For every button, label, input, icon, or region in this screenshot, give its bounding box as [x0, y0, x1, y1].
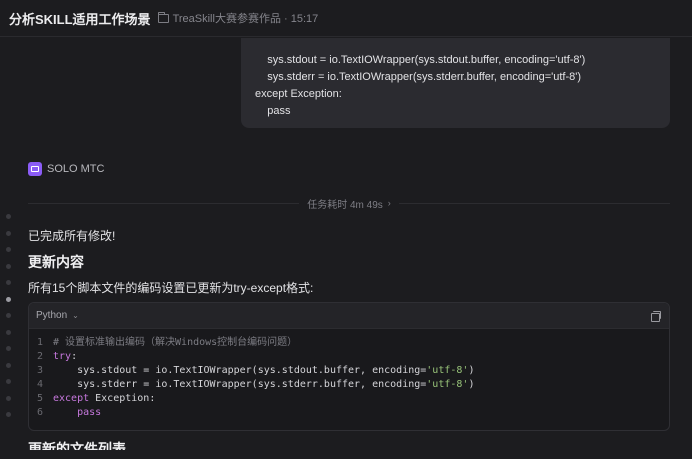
user-message-line: sys.stderr = io.TextIOWrapper(sys.stderr… [255, 71, 581, 83]
solo-agent-icon [28, 162, 42, 176]
divider-line [28, 202, 300, 204]
message-navigation-rail [6, 214, 11, 429]
code-line: 4 sys.stderr = io.TextIOWrapper(sys.stde… [29, 378, 669, 392]
code-token: ) [468, 365, 475, 376]
nav-dot[interactable] [6, 412, 11, 417]
nav-dot[interactable] [6, 230, 11, 236]
line-number: 3 [36, 365, 43, 376]
code-token: : [71, 351, 78, 362]
code-line: 2 try: [29, 350, 669, 364]
nav-dot[interactable] [6, 313, 11, 318]
line-number: 5 [36, 393, 43, 404]
code-token: ) [468, 379, 475, 390]
completion-message: 已完成所有修改! [28, 229, 116, 243]
code-token: 'utf-8' [426, 365, 469, 376]
nav-dot[interactable] [6, 214, 11, 219]
code-token: Exception: [89, 393, 156, 404]
code-block-header: Python ⌄ [29, 303, 669, 329]
copy-icon[interactable] [651, 310, 661, 322]
code-body: 1 # 设置标准输出编码（解决Windows控制台编码问题） 2 try: 3 sys.… [29, 329, 669, 420]
folder-icon [157, 11, 169, 23]
task-duration-label: 任务耗时 4m 49s [307, 199, 383, 211]
code-line: 5 except Exception: [29, 392, 669, 406]
code-line: 6 pass [29, 406, 669, 420]
nav-dot[interactable] [6, 247, 11, 252]
line-number: 6 [36, 407, 43, 418]
conversation-meta: TreaSkill大赛参赛作品 · 15:17 [172, 13, 319, 25]
user-message-line: sys.stdout = io.TextIOWrapper(sys.stdout… [255, 54, 586, 66]
user-message-bubble: sys.stdout = io.TextIOWrapper(sys.stdout… [241, 38, 670, 128]
code-token: # 设置标准输出编码（解决Windows控制台编码问题） [53, 337, 298, 348]
code-token: sys.stdout = io.TextIOWrapper(sys.stdout… [53, 365, 427, 376]
chevron-down-icon[interactable]: ⌄ [72, 311, 79, 320]
code-token: sys.stderr = io.TextIOWrapper(sys.stderr… [53, 379, 427, 390]
nav-dot[interactable] [6, 379, 11, 384]
nav-dot[interactable] [6, 280, 11, 285]
agent-name: SOLO MTC [47, 163, 105, 175]
line-number: 2 [36, 351, 43, 362]
code-line: 1 # 设置标准输出编码（解决Windows控制台编码问题） [29, 336, 669, 350]
line-number: 1 [36, 337, 43, 348]
code-token: except [53, 393, 90, 404]
next-section-heading: 更新的文件列表 [28, 441, 126, 450]
line-number: 4 [36, 379, 43, 390]
update-description: 所有15个脚本文件的编码设置已更新为try-except格式: [28, 281, 314, 295]
task-duration-divider: 任务耗时 4m 49s › [28, 196, 671, 211]
chevron-right-icon: › [387, 198, 391, 208]
section-heading: 更新内容 [28, 254, 84, 270]
conversation-title[interactable]: 分析SKILL适用工作场景 [9, 9, 151, 28]
nav-dot[interactable] [6, 362, 11, 368]
agent-label: SOLO MTC [28, 162, 104, 176]
user-message-line: except Exception: [255, 88, 342, 100]
user-message-line: pass [255, 105, 291, 117]
nav-dot[interactable] [6, 263, 11, 269]
code-block: Python ⌄ 1 # 设置标准输出编码（解决Windows控制台编码问题） 2 t… [28, 302, 670, 431]
divider-line [398, 202, 671, 204]
code-token: 'utf-8' [426, 379, 469, 390]
nav-dot[interactable] [6, 329, 11, 335]
nav-dot[interactable] [6, 395, 11, 401]
code-token: pass [53, 407, 102, 418]
code-line: 3 sys.stdout = io.TextIOWrapper(sys.stdo… [29, 364, 669, 378]
code-language-label[interactable]: Python [36, 310, 67, 321]
chat-header: 分析SKILL适用工作场景 TreaSkill大赛参赛作品 · 15:17 [0, 0, 692, 37]
code-token: try [53, 351, 72, 362]
task-duration-toggle[interactable]: 任务耗时 4m 49s › [299, 196, 399, 211]
nav-dot-active[interactable] [6, 296, 11, 302]
nav-dot[interactable] [6, 346, 11, 351]
